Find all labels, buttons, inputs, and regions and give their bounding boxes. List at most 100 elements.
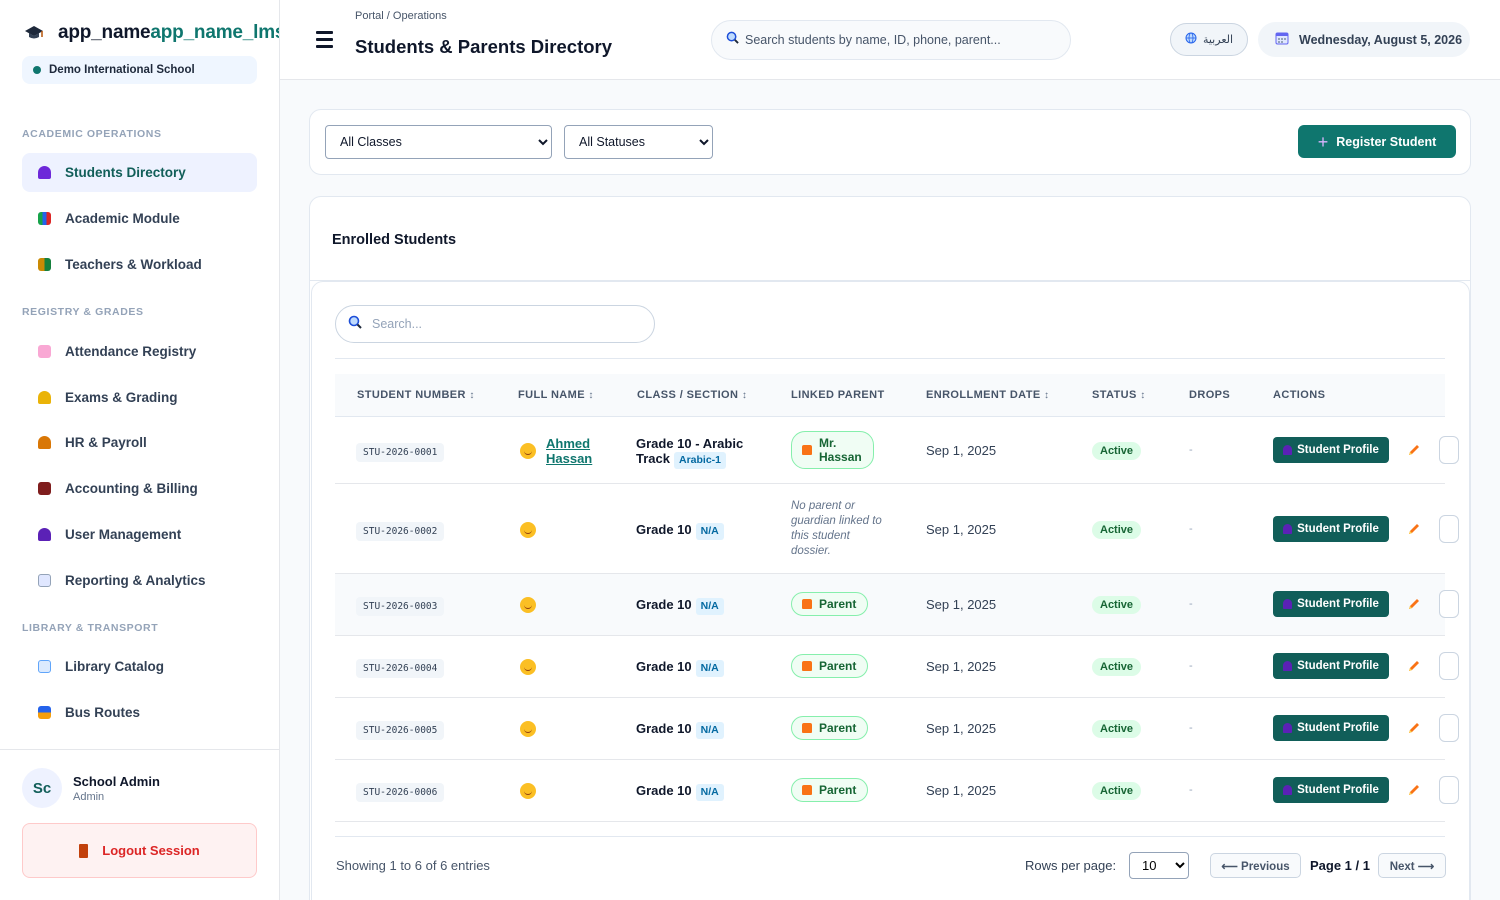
sidebar-item-hr-payroll[interactable]: HR & Payroll xyxy=(22,423,257,462)
linked-parent-chip[interactable]: Parent xyxy=(791,592,869,616)
enrollment-date: Sep 1, 2025 xyxy=(926,659,997,674)
student-name-link[interactable]: Ahmed Hassan xyxy=(546,436,592,466)
sidebar-item-bus-routes[interactable]: Bus Routes xyxy=(22,693,257,732)
sidebar-item-teachers-workload[interactable]: Teachers & Workload xyxy=(22,245,257,284)
col-class-section[interactable]: CLASS / SECTION ↕ xyxy=(637,389,747,401)
sidebar-item-academic-module[interactable]: Academic Module xyxy=(22,199,257,238)
col-drops: DROPS xyxy=(1189,389,1231,401)
status-badge: Active xyxy=(1092,596,1142,614)
col-student-number[interactable]: STUDENT NUMBER ↕ xyxy=(357,389,475,401)
filter-card: All Classes All Statuses + Register Stud… xyxy=(309,109,1471,175)
logout-button[interactable]: Logout Session xyxy=(22,823,257,878)
table-search-input[interactable] xyxy=(372,317,642,331)
user-box[interactable]: Sc School Admin Admin xyxy=(22,768,160,808)
more-actions-button[interactable] xyxy=(1439,776,1459,804)
parent-icon xyxy=(802,785,812,795)
sidebar-item-user-management[interactable]: User Management xyxy=(22,515,257,554)
sidebar-item-students-directory[interactable]: Students Directory xyxy=(22,153,257,192)
student-profile-button[interactable]: Student Profile xyxy=(1273,591,1389,617)
table-header: STUDENT NUMBER ↕ FULL NAME ↕ CLASS / SEC… xyxy=(335,374,1445,417)
page-indicator: Page 1 / 1 xyxy=(1310,858,1370,873)
linked-parent-chip[interactable]: Mr. Hassan xyxy=(791,431,874,469)
linked-parent-chip[interactable]: Parent xyxy=(791,778,869,802)
linked-parent-chip[interactable]: Parent xyxy=(791,654,869,678)
more-actions-button[interactable] xyxy=(1439,515,1459,543)
page-title: Students & Parents Directory xyxy=(355,36,613,57)
student-number: STU-2026-0001 xyxy=(356,443,445,462)
col-actions: ACTIONS xyxy=(1273,389,1326,401)
status-dot xyxy=(33,66,41,74)
language-toggle-button[interactable]: العربية xyxy=(1170,23,1248,56)
nav-section-library: LIBRARY & TRANSPORT xyxy=(22,622,159,634)
user-name: School Admin xyxy=(73,773,160,789)
status-filter-select[interactable]: All Statuses xyxy=(564,125,713,159)
sidebar-item-reporting-analytics[interactable]: Reporting & Analytics xyxy=(22,561,257,600)
register-student-button[interactable]: + Register Student xyxy=(1298,125,1456,158)
table-search[interactable] xyxy=(335,305,655,343)
parent-icon xyxy=(802,445,812,455)
person-icon xyxy=(1283,723,1293,733)
top-header: Portal / Operations Students & Parents D… xyxy=(280,0,1500,80)
attendance-icon xyxy=(38,345,51,358)
edit-pencil-icon[interactable] xyxy=(1407,597,1421,611)
brand-name: app_nameapp_name_lms xyxy=(58,22,280,43)
edit-pencil-icon[interactable] xyxy=(1407,522,1421,536)
more-actions-button[interactable] xyxy=(1439,436,1459,464)
menu-toggle-icon[interactable] xyxy=(316,31,333,48)
edit-pencil-icon[interactable] xyxy=(1407,783,1421,797)
parent-icon xyxy=(802,661,812,671)
student-profile-button[interactable]: Student Profile xyxy=(1273,516,1389,542)
previous-page-button[interactable]: ⟵ Previous xyxy=(1210,853,1301,878)
school-badge: Demo International School xyxy=(22,56,257,84)
door-icon xyxy=(79,843,89,858)
hr-icon xyxy=(38,436,51,449)
edit-pencil-icon[interactable] xyxy=(1407,659,1421,673)
edit-pencil-icon[interactable] xyxy=(1407,443,1421,457)
section-tag: N/A xyxy=(695,598,724,615)
plus-icon: + xyxy=(1317,131,1329,152)
entries-info: Showing 1 to 6 of 6 entries xyxy=(336,858,490,873)
table-row: STU-2026-0001 Ahmed Hassan Grade 10 - Ara… xyxy=(335,417,1459,484)
nav-section-academic: ACADEMIC OPERATIONS xyxy=(22,128,162,140)
sidebar-item-attendance-registry[interactable]: Attendance Registry xyxy=(22,332,257,371)
col-full-name[interactable]: FULL NAME ↕ xyxy=(518,389,594,401)
student-number: STU-2026-0006 xyxy=(356,783,445,802)
student-number: STU-2026-0003 xyxy=(356,597,445,616)
next-page-button[interactable]: Next ⟶ xyxy=(1378,853,1446,878)
book-icon xyxy=(38,660,51,673)
briefcase-icon xyxy=(38,482,51,495)
col-status[interactable]: STATUS ↕ xyxy=(1092,389,1146,401)
student-profile-button[interactable]: Student Profile xyxy=(1273,653,1389,679)
class-section: Grade 10 N/A xyxy=(636,721,724,739)
student-profile-button[interactable]: Student Profile xyxy=(1273,715,1389,741)
class-filter-select[interactable]: All Classes xyxy=(325,125,552,159)
edit-pencil-icon[interactable] xyxy=(1407,721,1421,735)
rows-per-page-label: Rows per page: xyxy=(1025,858,1117,873)
student-avatar-icon xyxy=(520,597,536,613)
col-enrollment-date[interactable]: ENROLLMENT DATE ↕ xyxy=(926,389,1049,401)
table-row: STU-2026-0003 Grade 10 N/A Parent Sep 1, … xyxy=(335,574,1459,636)
rows-per-page-select[interactable]: 10 xyxy=(1129,852,1189,879)
drops-value: - xyxy=(1189,444,1193,456)
status-badge: Active xyxy=(1092,782,1142,800)
global-search-input[interactable] xyxy=(745,33,1055,47)
student-avatar-icon xyxy=(520,721,536,737)
section-tag: N/A xyxy=(695,722,724,739)
linked-parent-chip[interactable]: Parent xyxy=(791,716,869,740)
section-tag: N/A xyxy=(695,784,724,801)
more-actions-button[interactable] xyxy=(1439,590,1459,618)
sidebar-item-exams-grading[interactable]: Exams & Grading xyxy=(22,378,257,417)
brand[interactable]: app_nameapp_name_lms xyxy=(24,22,280,44)
breadcrumb: Portal / Operations xyxy=(355,10,447,22)
sidebar-item-accounting-billing[interactable]: Accounting & Billing xyxy=(22,469,257,508)
global-search[interactable] xyxy=(711,20,1071,60)
more-actions-button[interactable] xyxy=(1439,714,1459,742)
chart-icon xyxy=(38,574,51,587)
student-avatar-icon xyxy=(520,783,536,799)
student-profile-button[interactable]: Student Profile xyxy=(1273,777,1389,803)
status-badge: Active xyxy=(1092,442,1142,460)
more-actions-button[interactable] xyxy=(1439,652,1459,680)
student-profile-button[interactable]: Student Profile xyxy=(1273,437,1389,463)
drops-value: - xyxy=(1189,722,1193,734)
sidebar-item-library-catalog[interactable]: Library Catalog xyxy=(22,647,257,686)
